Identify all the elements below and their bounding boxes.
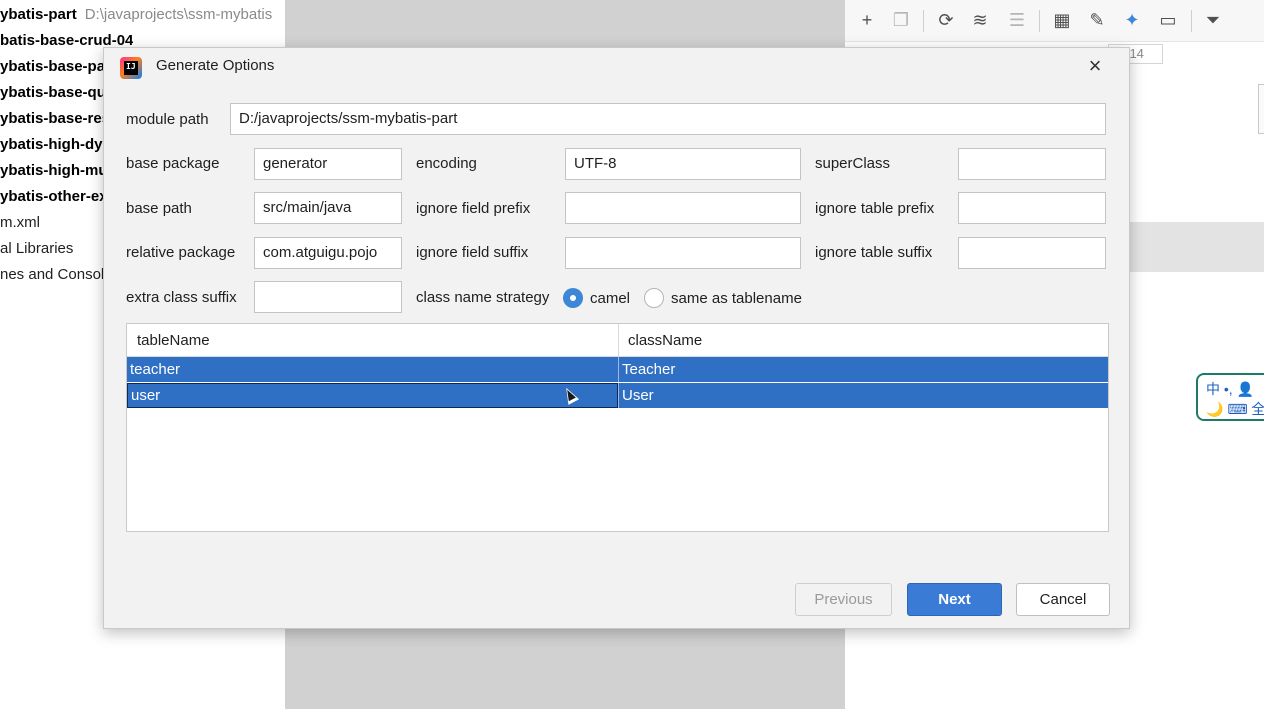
ignore-field-suffix-input[interactable] — [565, 237, 801, 269]
superclass-label: superClass — [815, 155, 891, 172]
same-as-tablename-radio[interactable] — [644, 288, 664, 308]
tree-item[interactable]: ybatis-other-ex — [0, 184, 108, 210]
table-cell-tablename[interactable]: teacher — [127, 357, 618, 382]
table-mapping-grid: tableName className teacher Teacher user… — [126, 323, 1109, 532]
database-toolbar: + ❐ ⟳ ≋ ☰ ▦ ✎ ✦ ▭ ⏷ — [845, 0, 1264, 42]
tree-item[interactable]: ybatis-base-res — [0, 106, 110, 132]
module-path-input[interactable]: D:/javaprojects/ssm-mybatis-part — [230, 103, 1106, 135]
next-button[interactable]: Next — [907, 583, 1002, 616]
base-path-label: base path — [126, 200, 192, 217]
table-cell-tablename[interactable]: user — [127, 383, 618, 408]
toolbar-separator — [923, 10, 924, 32]
toolbar-separator — [1191, 10, 1192, 32]
ignore-field-prefix-input[interactable] — [565, 192, 801, 224]
class-name-strategy-label: class name strategy — [416, 289, 550, 306]
cancel-button[interactable]: Cancel — [1016, 583, 1110, 616]
jump-icon[interactable]: ✦ — [1120, 8, 1144, 32]
relative-package-label: relative package — [126, 244, 236, 261]
ignore-field-suffix-label: ignore field suffix — [416, 244, 529, 261]
ime-line-2: 🌙 ⌨ 全 — [1206, 401, 1264, 417]
extra-class-suffix-input[interactable] — [254, 281, 402, 313]
database-icon[interactable]: ☰ — [1005, 8, 1029, 32]
ignore-table-suffix-label: ignore table suffix — [815, 244, 933, 261]
table-cell-classname[interactable]: Teacher — [618, 357, 1107, 382]
base-path-input[interactable]: src/main/java — [254, 192, 402, 224]
camel-radio[interactable] — [563, 288, 583, 308]
table-icon[interactable]: ▦ — [1050, 8, 1074, 32]
add-icon[interactable]: + — [855, 8, 879, 32]
tree-item-label: ybatis-part — [0, 6, 77, 23]
tree-item[interactable]: ybatis-high-mu — [0, 158, 108, 184]
ignore-table-prefix-label: ignore table prefix — [815, 200, 935, 217]
filter-icon[interactable]: ⏷ — [1201, 8, 1225, 32]
ime-toolbar[interactable]: 中 •, 👤 🌙 ⌨ 全 — [1196, 373, 1264, 421]
console-icon[interactable]: ▭ — [1156, 8, 1180, 32]
table-row[interactable]: teacher Teacher — [127, 357, 1108, 382]
camel-radio-label[interactable]: camel — [590, 290, 630, 307]
tree-item[interactable]: ybatis-base-qui — [0, 80, 110, 106]
close-icon[interactable]: × — [1083, 54, 1107, 78]
intellij-app-icon: IJ — [120, 57, 142, 79]
tree-item-path: D:\javaprojects\ssm-mybatis — [84, 6, 273, 23]
previous-button[interactable]: Previous — [795, 583, 892, 616]
generate-options-dialog: IJ Generate Options × module path D:/jav… — [103, 47, 1130, 629]
relative-package-input[interactable]: com.atguigu.pojo — [254, 237, 402, 269]
column-header-tablename[interactable]: tableName — [127, 324, 618, 357]
superclass-input[interactable] — [958, 148, 1106, 180]
same-as-tablename-radio-label[interactable]: same as tablename — [671, 290, 802, 307]
properties-icon[interactable]: ≋ — [968, 8, 992, 32]
copy-icon[interactable]: ❐ — [889, 8, 913, 32]
ime-line-1: 中 •, 👤 — [1206, 381, 1255, 397]
ignore-table-suffix-input[interactable] — [958, 237, 1106, 269]
tree-item[interactable]: al Libraries — [0, 236, 73, 262]
encoding-label: encoding — [416, 155, 477, 172]
side-tab-strip[interactable] — [1258, 84, 1264, 134]
module-path-label: module path — [126, 111, 209, 128]
dialog-title: Generate Options — [156, 57, 275, 74]
tree-item[interactable]: nes and Consol — [0, 262, 104, 288]
base-package-input[interactable]: generator — [254, 148, 402, 180]
toolbar-separator — [1039, 10, 1040, 32]
edit-icon[interactable]: ✎ — [1085, 8, 1109, 32]
table-cell-classname[interactable]: User — [618, 383, 1107, 408]
tree-item-mybatis-part[interactable]: ybatis-part D:\javaprojects\ssm-mybatis — [0, 2, 272, 28]
panel-strip — [1130, 222, 1264, 272]
tree-item[interactable]: ybatis-base-par — [0, 54, 111, 80]
encoding-input[interactable]: UTF-8 — [565, 148, 801, 180]
ignore-field-prefix-label: ignore field prefix — [416, 200, 531, 217]
dialog-title-bar[interactable]: IJ Generate Options × — [104, 48, 1129, 86]
column-header-classname[interactable]: className — [618, 324, 1108, 357]
table-row[interactable]: user User — [127, 383, 1108, 408]
refresh-icon[interactable]: ⟳ — [934, 8, 958, 32]
tree-item[interactable]: m.xml — [0, 210, 40, 236]
base-package-label: base package — [126, 155, 220, 172]
tree-item[interactable]: ybatis-high-dyn — [0, 132, 112, 158]
ignore-table-prefix-input[interactable] — [958, 192, 1106, 224]
extra-class-suffix-label: extra class suffix — [126, 289, 237, 306]
